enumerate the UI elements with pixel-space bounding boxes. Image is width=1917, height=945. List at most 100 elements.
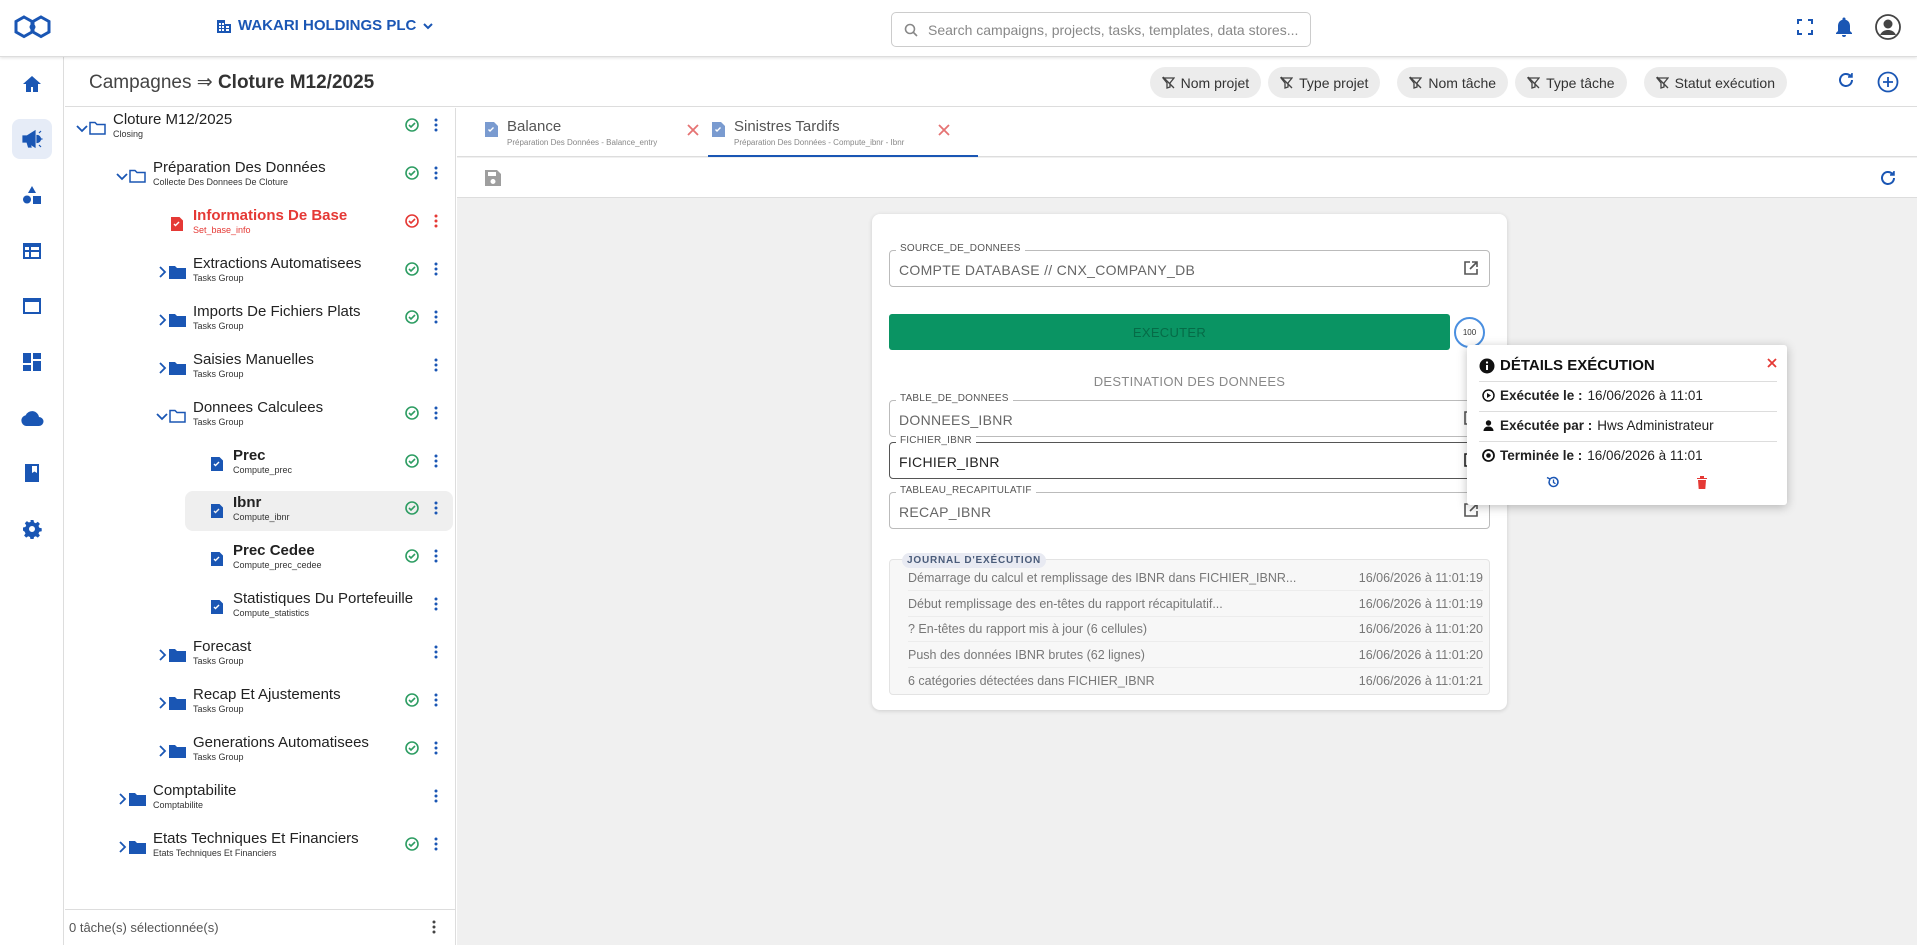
tree-node[interactable]: Saisies Manuelles Tasks Group [65,348,456,388]
refresh-icon[interactable] [1879,169,1897,187]
tree-node[interactable]: Etats Techniques Et Financiers Etats Tech… [65,827,456,867]
field-label: TABLE_DE_DONNEES [896,393,1013,404]
more-vert-icon[interactable] [434,310,438,324]
more-vert-icon[interactable] [434,645,438,659]
nav-docs[interactable] [12,453,52,493]
more-vert-icon[interactable] [434,406,438,420]
more-vert-icon[interactable] [434,118,438,132]
more-vert-icon[interactable] [434,837,438,851]
filter-chip[interactable]: Nom tâche [1397,67,1509,98]
tab-subtitle: Préparation Des Données - Balance_entry [507,138,658,147]
global-search-input[interactable]: Search campaigns, projects, tasks, templ… [891,12,1311,47]
nav-templates[interactable] [12,175,52,215]
more-vert-icon[interactable] [434,501,438,515]
tree-node[interactable]: Prec Cedee Compute_prec_cedee [65,539,456,579]
fichier-field[interactable]: FICHIER_IBNR FICHIER_IBNR [889,435,1490,479]
more-vert-icon[interactable] [434,262,438,276]
field-value: DONNEES_IBNR [899,412,1014,428]
task-form-card: SOURCE_DE_DONNEES COMPTE DATABASE // CNX… [872,214,1507,710]
add-circle-icon[interactable] [1877,71,1899,93]
book-icon [23,463,41,483]
breadcrumb-root[interactable]: Campagnes [89,72,191,93]
tree-node-sublabel: Closing [113,129,144,139]
tree-node-label: Donnees Calculees [193,399,324,416]
delete-icon[interactable] [1696,475,1708,489]
close-icon[interactable] [938,124,950,136]
tree-node-sublabel: Tasks Group [193,273,244,283]
tree-node-sublabel: Tasks Group [193,752,244,762]
user-avatar-icon[interactable] [1875,14,1901,40]
tree-node-label: Saisies Manuelles [193,351,314,368]
execute-label: EXECUTER [1132,324,1207,340]
filter-chip[interactable]: Statut exécution [1643,67,1787,98]
tree-node-label: Prec Cedee [233,542,315,559]
tree-node[interactable]: Comptabilite Comptabilite [65,779,456,819]
nav-dashboard[interactable] [12,342,52,382]
tree-node[interactable]: Extractions Automatisees Tasks Group [65,252,456,292]
popup-title: DÉTAILS EXÉCUTION [1500,357,1655,374]
refresh-icon[interactable] [1837,71,1855,93]
tab-balance[interactable]: Balance Préparation Des Données - Balanc… [481,108,699,157]
tree-node[interactable]: Imports De Fichiers Plats Tasks Group [65,300,456,340]
nav-windows[interactable] [12,286,52,326]
nav-cloud[interactable] [12,398,52,438]
gear-icon [22,519,42,539]
tree-node[interactable]: Préparation Des Données Collecte Des Donn… [65,156,456,196]
filter-chip[interactable]: Nom projet [1149,67,1262,98]
nav-home[interactable] [12,64,52,104]
open-in-new-icon[interactable] [1463,260,1479,276]
nav-settings[interactable] [12,509,52,549]
tree-node[interactable]: Prec Compute_prec [65,444,456,484]
megaphone-icon [21,129,43,149]
journal-time: 16/06/2026 à 11:01:20 [1358,647,1483,662]
tree-node[interactable]: Forecast Tasks Group [65,635,456,675]
more-vert-icon[interactable] [434,693,438,707]
sub-header: Campagnes ⇒ Cloture M12/2025 Nom projet T… [65,57,1917,107]
close-icon[interactable] [687,124,699,136]
nav-tables[interactable] [12,231,52,271]
company-selector[interactable]: WAKARI HOLDINGS PLC [216,17,434,34]
recap-field[interactable]: TABLEAU_RECAPITULATIF RECAP_IBNR [889,485,1490,529]
fullscreen-icon[interactable] [1797,19,1813,35]
tree-node[interactable]: Ibnr Compute_ibnr [185,491,453,531]
filter-chip[interactable]: Type projet [1268,67,1381,98]
filter-chip[interactable]: Type tâche [1515,67,1627,98]
tree-node-sublabel: Compute_prec_cedee [233,560,322,570]
more-vert-icon[interactable] [434,597,438,611]
more-vert-icon[interactable] [434,741,438,755]
execute-button[interactable]: EXECUTER [889,314,1450,350]
tree-node[interactable]: Donnees Calculees Tasks Group [65,396,456,436]
more-vert-icon[interactable] [434,166,438,180]
save-icon[interactable] [485,170,501,186]
close-icon[interactable] [1767,358,1777,368]
folder-icon [127,837,147,857]
tree-node[interactable]: Cloture M12/2025 Closing [65,108,456,148]
app-logo[interactable] [14,13,52,43]
more-vert-icon[interactable] [432,920,436,934]
journal-message: ? En-têtes du rapport mis à jour (6 cell… [908,622,1147,636]
filter-chip-label: Statut exécution [1674,74,1775,91]
more-vert-icon[interactable] [434,454,438,468]
top-bar: WAKARI HOLDINGS PLC Search campaigns, pr… [0,0,1917,57]
field-value: FICHIER_IBNR [899,454,1000,470]
tree-node[interactable]: Statistiques Du Portefeuille Compute_stat… [65,587,456,627]
tree-node[interactable]: Recap Et Ajustements Tasks Group [65,683,456,723]
tree-node[interactable]: Informations De Base Set_base_info [65,204,456,244]
more-vert-icon[interactable] [434,358,438,372]
nav-campaigns[interactable] [12,119,52,159]
folder-outline-icon [87,118,107,138]
table-field[interactable]: TABLE_DE_DONNEES DONNEES_IBNR [889,393,1490,437]
tree-node[interactable]: Generations Automatisees Tasks Group [65,731,456,771]
more-vert-icon[interactable] [434,214,438,228]
breadcrumb-separator: ⇒ [196,72,213,93]
folder-icon [167,741,187,761]
tree-node-sublabel: Compute_statistics [233,608,310,618]
more-vert-icon[interactable] [434,549,438,563]
notification-bell-icon[interactable] [1835,17,1853,37]
source-field[interactable]: SOURCE_DE_DONNEES COMPTE DATABASE // CNX… [889,243,1490,287]
history-icon[interactable] [1546,475,1560,489]
tree-node-label: Extractions Automatisees [193,255,362,272]
selected-count: 0 tâche(s) sélectionnée(s) [69,920,219,935]
more-vert-icon[interactable] [434,789,438,803]
tab-sinistres-tardifs[interactable]: Sinistres Tardifs Préparation Des Donnée… [708,108,978,157]
